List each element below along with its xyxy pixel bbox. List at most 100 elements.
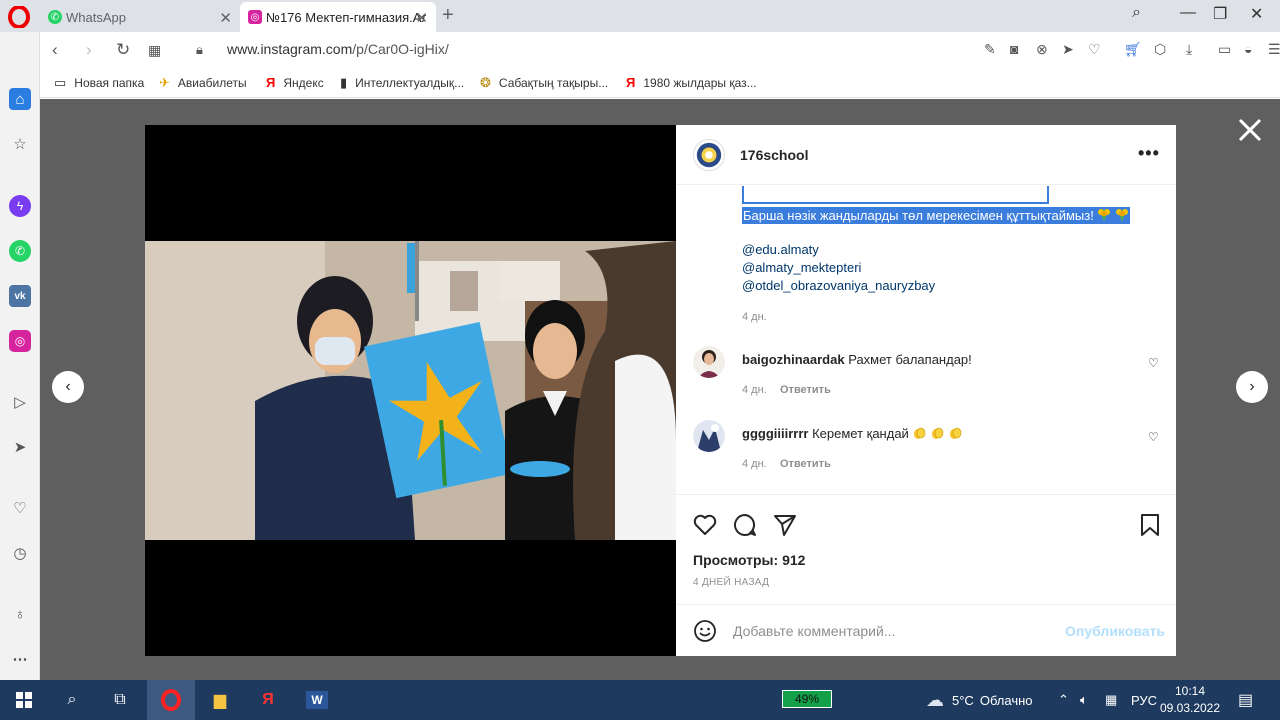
close-tab-icon[interactable]: ✕	[415, 9, 428, 27]
comment-body: Рахмет балапандар!	[848, 352, 972, 367]
like-comment-icon[interactable]: ♡	[1148, 356, 1159, 370]
vk-icon[interactable]: vk	[9, 285, 31, 307]
forward-icon[interactable]: ›	[86, 40, 92, 60]
bookmark-item[interactable]: ▮ Интеллектуалдық...	[340, 75, 464, 91]
like-comment-icon[interactable]: ♡	[1148, 430, 1159, 444]
battery-saver-icon[interactable]: ▭	[1218, 41, 1231, 58]
tab-whatsapp[interactable]: ✆ WhatsApp ✕	[40, 2, 240, 32]
bookmark-item[interactable]: Я 1980 жылдары қаз...	[626, 75, 757, 90]
heart-icon[interactable]: ♡	[9, 497, 31, 519]
clock[interactable]: 10:14 09.03.2022	[1150, 683, 1230, 717]
notifications-icon[interactable]: ▤	[1238, 680, 1253, 720]
opera-taskbar-icon[interactable]	[147, 680, 195, 720]
next-post-button[interactable]: ›	[1236, 371, 1268, 403]
start-windows-icon[interactable]	[0, 680, 48, 720]
more-options-icon[interactable]: •••	[1138, 143, 1160, 164]
send-icon[interactable]: ➤	[1062, 41, 1074, 58]
star-icon[interactable]: ☆	[9, 133, 31, 155]
posted-time[interactable]: 4 ДНЕЙ НАЗАД	[693, 577, 769, 588]
comment-input[interactable]: Добавьте комментарий...	[733, 623, 895, 639]
instagram-icon[interactable]: ◎	[9, 330, 31, 352]
back-icon[interactable]: ‹	[52, 40, 58, 60]
publish-button[interactable]: Опубликовать	[1065, 623, 1165, 639]
battery-indicator[interactable]: 49%	[782, 690, 832, 708]
edit-icon[interactable]: ✎	[984, 41, 996, 58]
file-explorer-icon[interactable]: ▆	[196, 680, 244, 720]
bookmark-heart-icon[interactable]: ♡	[1088, 41, 1101, 58]
commenter-avatar[interactable]	[693, 346, 725, 378]
mention-link[interactable]: @edu.almaty	[742, 242, 819, 257]
previous-post-button[interactable]: ‹	[52, 371, 84, 403]
minimize-icon[interactable]: —	[1180, 4, 1196, 22]
opera-logo-icon[interactable]	[8, 6, 30, 28]
caption-timestamp[interactable]: 4 дн.	[742, 311, 767, 323]
download-icon[interactable]: ⤓	[1186, 41, 1192, 58]
tray-chevron-icon[interactable]: ⌃	[1058, 680, 1069, 720]
yandex-browser-icon[interactable]: Я	[244, 680, 292, 720]
volume-icon[interactable]: 🔈︎	[1080, 680, 1088, 720]
share-send-icon[interactable]	[772, 512, 798, 538]
profile-avatar[interactable]	[693, 139, 725, 171]
url-path: /p/Car0O-igHix/	[352, 41, 449, 57]
mention-link[interactable]: @otdel_obrazovaniya_nauryzbay	[742, 278, 935, 293]
speed-dial-icon[interactable]: ▦	[148, 42, 161, 59]
text-selection	[742, 186, 1049, 204]
windows-taskbar: ⌕ ⧉ ▆ Я W ☁ 5°C Облачно ⌃ 🔈︎ ▦ РУС ▤	[0, 680, 1280, 720]
network-icon[interactable]: ▦	[1105, 680, 1117, 720]
like-heart-icon[interactable]	[692, 512, 718, 538]
url-host: www.instagram.com	[227, 41, 353, 57]
close-window-icon[interactable]: ✕	[1250, 4, 1263, 24]
commenter-avatar[interactable]	[693, 420, 725, 452]
comment-timestamp[interactable]: 4 дн.	[742, 384, 767, 396]
post-video[interactable]	[145, 125, 676, 656]
reply-button[interactable]: Ответить	[780, 458, 831, 470]
snapshot-icon[interactable]: ◒	[1244, 41, 1252, 57]
home-icon[interactable]: ⌂	[9, 88, 31, 110]
word-icon[interactable]: W	[293, 680, 341, 720]
lock-icon[interactable]: 🔒︎	[196, 42, 203, 58]
tab-instagram[interactable]: ◎ №176 Мектеп-гимназия.Алматы ✕	[240, 2, 436, 32]
save-bookmark-icon[interactable]	[1137, 512, 1163, 538]
cube-icon[interactable]: ⬡	[1154, 41, 1166, 58]
url-field[interactable]: www.instagram.com/p/Car0O-igHix/	[227, 41, 449, 57]
comment-username[interactable]: ggggiiiirrrr	[742, 426, 808, 441]
block-icon[interactable]: ⊗	[1036, 41, 1048, 58]
bookmark-label: Яндекс	[283, 75, 324, 90]
close-modal-icon[interactable]	[1236, 116, 1264, 144]
comment-timestamp[interactable]: 4 дн.	[742, 458, 767, 470]
bookmark-item[interactable]: Я Яндекс	[266, 75, 324, 90]
instagram-icon: ◎	[248, 10, 262, 24]
clapping-emoji-icon	[914, 427, 926, 439]
bookmark-item[interactable]: ▭ Новая папка	[54, 75, 144, 91]
emoji-picker-icon[interactable]	[693, 619, 717, 643]
task-view-icon[interactable]: ⧉	[96, 680, 144, 720]
yandex-icon: Я	[266, 75, 276, 90]
cart-icon[interactable]: 🛒︎	[1124, 41, 1142, 58]
restore-icon[interactable]: ❐	[1213, 4, 1227, 24]
more-icon[interactable]: ⋯	[9, 648, 31, 670]
whatsapp-icon[interactable]: ✆	[9, 240, 31, 262]
weather-widget[interactable]: ☁ 5°C Облачно	[926, 680, 1033, 720]
tips-icon[interactable]: ♁	[9, 603, 31, 625]
comment-text: ggggiiiirrrr Керемет қандай	[742, 426, 962, 441]
search-tabs-icon[interactable]: ⌕	[1132, 4, 1141, 22]
comment-bubble-icon[interactable]	[732, 512, 758, 538]
comment-username[interactable]: baigozhinaardak	[742, 352, 845, 367]
messenger-icon[interactable]: ϟ	[9, 195, 31, 217]
new-tab-icon[interactable]: +	[442, 4, 454, 27]
history-icon[interactable]: ◷	[9, 542, 31, 564]
camera-icon[interactable]: ◙	[1010, 41, 1018, 57]
bookmark-item[interactable]: ✈ Авиабилеты	[159, 75, 247, 91]
bookmark-item[interactable]: ❂ Сабақтың тақыры...	[480, 75, 608, 91]
close-tab-icon[interactable]: ✕	[219, 9, 232, 27]
send-icon[interactable]: ➤	[9, 436, 31, 458]
temperature: 5°C	[952, 692, 974, 708]
mention-link[interactable]: @almaty_mektepteri	[742, 260, 861, 275]
reply-button[interactable]: Ответить	[780, 384, 831, 396]
easy-setup-icon[interactable]: ☰	[1268, 41, 1280, 58]
comments-list[interactable]: Барша нәзік жандыларды төл мерекесімен қ…	[676, 186, 1176, 494]
post-username[interactable]: 176school	[740, 147, 808, 163]
player-icon[interactable]: ▷	[9, 391, 31, 413]
search-icon[interactable]: ⌕	[48, 680, 96, 720]
reload-icon[interactable]: ↻	[116, 40, 130, 60]
